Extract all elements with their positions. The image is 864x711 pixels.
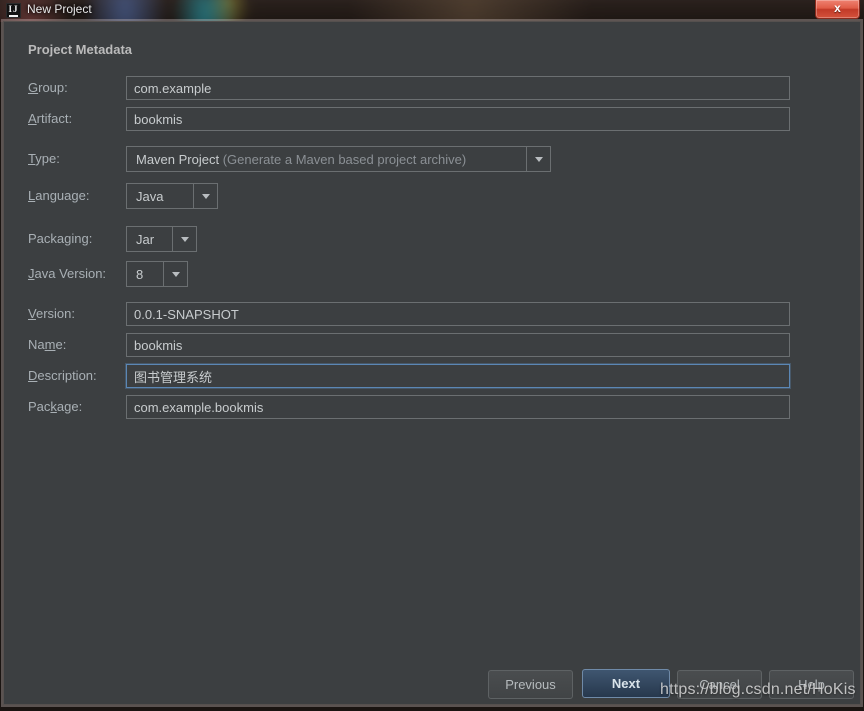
previous-button[interactable]: Previous xyxy=(488,670,573,699)
group-input[interactable] xyxy=(126,76,790,100)
chevron-down-icon[interactable] xyxy=(172,227,196,251)
version-input[interactable] xyxy=(126,302,790,326)
language-combobox-value: Java xyxy=(136,188,164,204)
description-input[interactable] xyxy=(126,364,790,388)
next-button[interactable]: Next xyxy=(582,669,670,698)
label-language: Language: xyxy=(28,188,90,203)
label-name: Name: xyxy=(28,337,67,352)
new-project-dialog: Project Metadata Group: Artifact: Type: … xyxy=(3,21,861,705)
artifact-input[interactable] xyxy=(126,107,790,131)
java-version-combobox-value: 8 xyxy=(136,266,144,282)
label-group: Group: xyxy=(28,80,68,95)
chevron-down-icon[interactable] xyxy=(193,184,217,208)
label-description: Description: xyxy=(28,368,97,383)
packaging-combobox-value: Jar xyxy=(136,231,155,247)
language-combobox[interactable]: Java xyxy=(126,183,218,209)
window-title: New Project xyxy=(27,2,92,16)
intellij-idea-icon: IJ xyxy=(6,3,21,18)
package-input[interactable] xyxy=(126,395,790,419)
window-title-bar[interactable]: IJ New Project x xyxy=(0,0,864,22)
close-icon[interactable]: x xyxy=(815,0,860,19)
label-package: Package: xyxy=(28,399,83,414)
type-combobox-value: Maven Project (Generate a Maven based pr… xyxy=(136,151,467,167)
page-title: Project Metadata xyxy=(28,42,133,57)
label-packaging: Packaging: xyxy=(28,231,93,246)
label-java-version: Java Version: xyxy=(28,266,107,281)
label-version: Version: xyxy=(28,306,75,321)
chevron-down-icon[interactable] xyxy=(526,147,550,171)
label-type: Type: xyxy=(28,151,60,166)
aero-blur-backdrop xyxy=(0,0,864,22)
watermark: https://blog.csdn.net/HoKis xyxy=(660,681,856,698)
chevron-down-icon[interactable] xyxy=(163,262,187,286)
java-version-combobox[interactable]: 8 xyxy=(126,261,188,287)
name-input[interactable] xyxy=(126,333,790,357)
type-combobox[interactable]: Maven Project (Generate a Maven based pr… xyxy=(126,146,551,172)
packaging-combobox[interactable]: Jar xyxy=(126,226,197,252)
label-artifact: Artifact: xyxy=(28,111,73,126)
